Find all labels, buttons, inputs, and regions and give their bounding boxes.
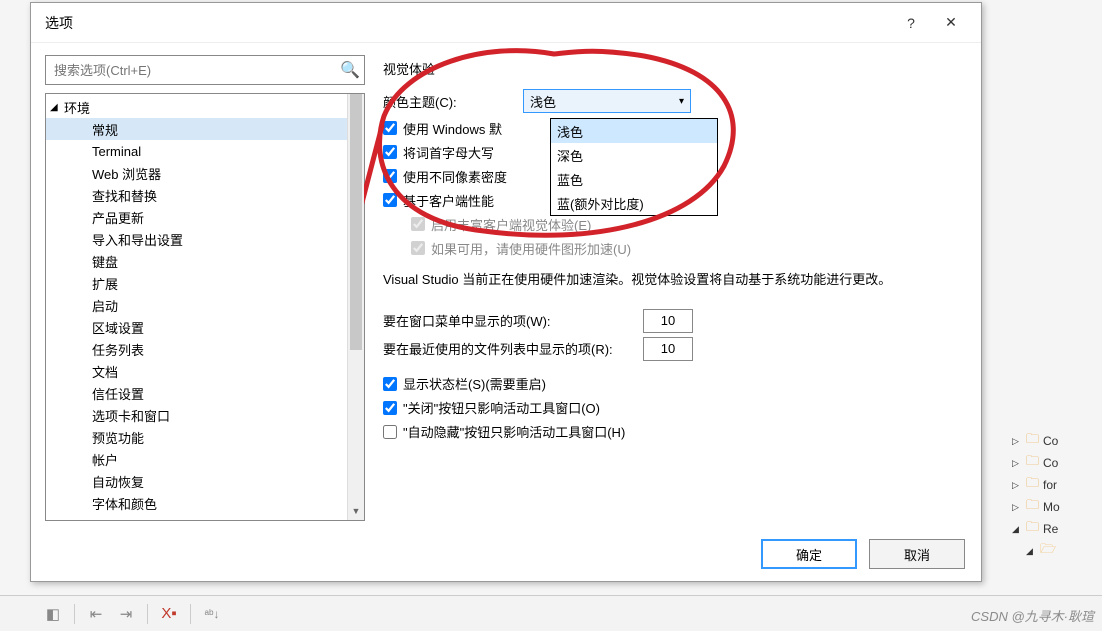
chk-close-active[interactable]: "关闭"按钮只影响活动工具窗口(O) [383, 396, 959, 420]
tree-item[interactable]: 区域设置 [46, 316, 364, 338]
window-menu-count[interactable] [643, 309, 693, 333]
chk-autohide-active[interactable]: "自动隐藏"按钮只影响活动工具窗口(H) [383, 420, 959, 444]
tree-scrollbar[interactable]: ▲ ▼ [347, 94, 364, 520]
window-menu-label: 要在窗口菜单中显示的项(W): [383, 311, 643, 330]
cancel-button[interactable]: 取消 [869, 539, 965, 569]
tree-item[interactable]: 查找和替换 [46, 184, 364, 206]
tree-item[interactable]: 选项卡和窗口 [46, 404, 364, 426]
watermark: CSDN @九寻木·耿瑄 [971, 606, 1094, 625]
expand-icon[interactable]: ▷ [1012, 436, 1022, 447]
toolbar-icon-x[interactable]: X▪ [156, 601, 182, 627]
toolbar-icon-ab[interactable]: ᵃᵇ↓ [199, 601, 225, 627]
hw-status-text: Visual Studio 当前正在使用硬件加速渲染。视觉体验设置将自动基于系统… [383, 270, 959, 290]
solution-tree-item[interactable]: ◢🗀Re [1012, 518, 1102, 540]
theme-option[interactable]: 蓝(额外对比度) [551, 191, 717, 215]
scroll-thumb[interactable] [350, 94, 362, 350]
search-box[interactable]: 🔍 [45, 55, 365, 85]
tree-item[interactable]: 键盘 [46, 250, 364, 272]
dialog-title: 选项 [45, 13, 891, 33]
solution-tree-item[interactable]: ▷🗀Co [1012, 430, 1102, 452]
solution-tree-item[interactable]: ◢🗁 [1012, 540, 1102, 562]
tree-item[interactable]: 帐户 [46, 448, 364, 470]
expand-icon[interactable]: ◢ [1012, 524, 1022, 535]
tree-item[interactable]: 产品更新 [46, 206, 364, 228]
chk-hw-accel: 如果可用，请使用硬件图形加速(U) [411, 236, 959, 260]
tree-item[interactable]: 字体和颜色 [46, 492, 364, 514]
left-panel: 🔍 ◢ 环境 常规TerminalWeb 浏览器查找和替换产品更新导入和导出设置… [45, 55, 365, 521]
recent-files-row: 要在最近使用的文件列表中显示的项(R): [383, 336, 959, 362]
theme-option[interactable]: 蓝色 [551, 167, 717, 191]
bottom-toolbar: ◧ ⇤ ⇥ X▪ ᵃᵇ↓ [0, 595, 1102, 631]
theme-option[interactable]: 浅色 [551, 119, 717, 143]
indent-icon[interactable]: ⇥ [113, 601, 139, 627]
tree-root-label: 环境 [64, 98, 90, 117]
chevron-down-icon: ▾ [679, 96, 684, 107]
visual-experience-group: 视觉体验 [383, 59, 959, 78]
outdent-icon[interactable]: ⇤ [83, 601, 109, 627]
scroll-down-icon[interactable]: ▼ [348, 503, 364, 520]
toolbar-icon-1[interactable]: ◧ [40, 601, 66, 627]
tree-item[interactable]: 预览功能 [46, 426, 364, 448]
dialog-footer: 确定 取消 [761, 539, 965, 569]
theme-option[interactable]: 深色 [551, 143, 717, 167]
solution-explorer-fragment: ▷🗀Co▷🗀Co▷🗀for▷🗀Mo◢🗀Re◢🗁 [1012, 430, 1102, 562]
theme-combobox[interactable]: 浅色 ▾ [523, 89, 691, 113]
theme-selected: 浅色 [530, 92, 556, 111]
tree-item[interactable]: 常规 [46, 118, 364, 140]
solution-tree-item[interactable]: ▷🗀Mo [1012, 496, 1102, 518]
recent-files-count[interactable] [643, 337, 693, 361]
tree-root-environment[interactable]: ◢ 环境 [46, 96, 364, 118]
tree-item[interactable]: Terminal [46, 140, 364, 162]
tree-item[interactable]: Web 浏览器 [46, 162, 364, 184]
theme-dropdown[interactable]: 浅色深色蓝色蓝(额外对比度) [550, 118, 718, 216]
expand-icon[interactable]: ▷ [1012, 480, 1022, 491]
solution-tree-item[interactable]: ▷🗀Co [1012, 452, 1102, 474]
tree-item[interactable]: 任务列表 [46, 338, 364, 360]
tree-item[interactable]: 文档 [46, 360, 364, 382]
expand-icon[interactable]: ▷ [1012, 502, 1022, 513]
collapse-icon[interactable]: ◢ [50, 102, 64, 113]
search-input[interactable] [46, 63, 336, 78]
folder-icon: 🗀 [1026, 496, 1039, 518]
tree-item[interactable]: 自动恢复 [46, 470, 364, 492]
theme-label: 颜色主题(C): [383, 92, 523, 111]
ok-button[interactable]: 确定 [761, 539, 857, 569]
options-dialog: 选项 ? ✕ 🔍 ◢ 环境 常规TerminalWeb 浏览器查找和替换产品更新… [30, 2, 982, 582]
folder-icon: 🗀 [1026, 474, 1039, 496]
tree-item[interactable]: 信任设置 [46, 382, 364, 404]
close-button[interactable]: ✕ [931, 3, 971, 43]
folder-icon: 🗀 [1026, 518, 1039, 540]
folder-open-icon: 🗁 [1040, 540, 1056, 562]
expand-icon[interactable]: ▷ [1012, 458, 1022, 469]
folder-icon: 🗀 [1026, 430, 1039, 452]
tree-item[interactable]: 扩展 [46, 272, 364, 294]
chk-status-bar[interactable]: 显示状态栏(S)(需要重启) [383, 372, 959, 396]
expand-icon[interactable]: ◢ [1026, 546, 1036, 557]
solution-tree-item[interactable]: ▷🗀for [1012, 474, 1102, 496]
recent-files-label: 要在最近使用的文件列表中显示的项(R): [383, 339, 643, 358]
titlebar: 选项 ? ✕ [31, 3, 981, 43]
nav-tree[interactable]: ◢ 环境 常规TerminalWeb 浏览器查找和替换产品更新导入和导出设置键盘… [45, 93, 365, 521]
theme-row: 颜色主题(C): 浅色 ▾ [383, 88, 959, 114]
folder-icon: 🗀 [1026, 452, 1039, 474]
window-menu-items-row: 要在窗口菜单中显示的项(W): [383, 308, 959, 334]
tree-item[interactable]: 启动 [46, 294, 364, 316]
tree-item[interactable]: 导入和导出设置 [46, 228, 364, 250]
search-icon[interactable]: 🔍 [336, 60, 364, 80]
help-button[interactable]: ? [891, 3, 931, 43]
